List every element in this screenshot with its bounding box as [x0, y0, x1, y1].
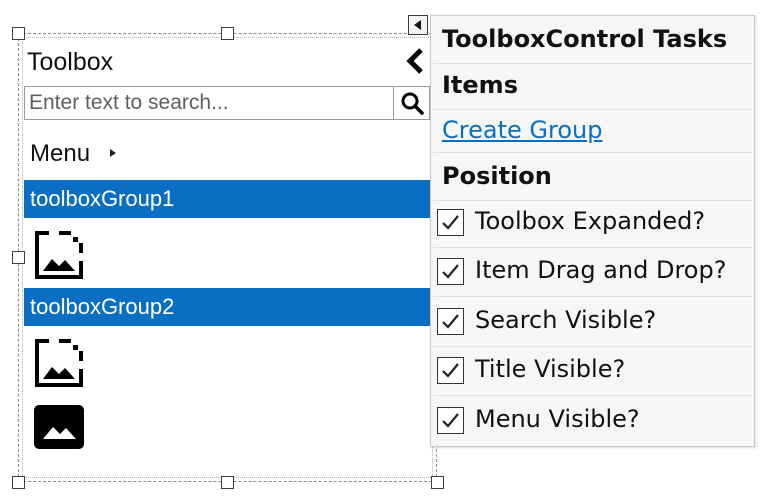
smart-tag-button[interactable]	[408, 15, 428, 35]
checkmark-icon	[442, 413, 459, 428]
option-label: Toolbox Expanded?	[475, 207, 706, 235]
items-section-header: Items	[442, 71, 518, 99]
toolbox-item[interactable]	[33, 337, 85, 389]
option-checkbox[interactable]	[437, 258, 464, 285]
image-filled-icon	[34, 405, 84, 449]
resize-handle-top-left[interactable]	[12, 27, 25, 40]
toolbox-group-header-1[interactable]: toolboxGroup1	[24, 180, 430, 218]
search-icon	[401, 92, 424, 115]
caret-right-icon	[110, 149, 116, 157]
divider	[433, 247, 752, 248]
tasks-panel: ToolboxControl Tasks Items Create Group …	[430, 15, 755, 447]
search-box	[24, 86, 430, 120]
checkmark-icon	[442, 363, 459, 378]
checkmark-icon	[442, 215, 459, 230]
divider	[433, 152, 752, 153]
divider	[433, 63, 752, 64]
toolbox-item[interactable]	[33, 229, 85, 281]
create-group-link[interactable]: Create Group	[442, 116, 602, 144]
option-row[interactable]: Title Visible?	[435, 351, 750, 391]
toolbox-item[interactable]	[33, 402, 85, 454]
collapse-toolbox-button[interactable]	[403, 46, 429, 76]
divider	[433, 395, 752, 396]
option-label: Search Visible?	[475, 306, 657, 334]
resize-handle-bottom-right[interactable]	[431, 476, 444, 489]
toolbox-title: Toolbox	[27, 48, 114, 76]
resize-handle-middle-left[interactable]	[12, 251, 25, 264]
option-row[interactable]: Search Visible?	[435, 302, 750, 342]
option-checkbox[interactable]	[437, 209, 464, 236]
option-checkbox[interactable]	[437, 407, 464, 434]
resize-handle-top-center[interactable]	[221, 27, 234, 40]
menu-button[interactable]: Menu	[30, 140, 90, 168]
chevron-left-icon	[406, 48, 423, 74]
search-button[interactable]	[393, 87, 429, 119]
divider	[433, 109, 752, 110]
checkmark-icon	[442, 314, 459, 329]
option-label: Menu Visible?	[475, 405, 640, 433]
divider	[433, 296, 752, 297]
search-input[interactable]	[25, 87, 393, 119]
tasks-panel-title: ToolboxControl Tasks	[442, 25, 728, 53]
image-placeholder-icon	[35, 231, 83, 279]
option-row[interactable]: Menu Visible?	[435, 401, 750, 441]
divider	[433, 346, 752, 347]
option-checkbox[interactable]	[437, 357, 464, 384]
option-checkbox[interactable]	[437, 308, 464, 335]
divider	[433, 200, 752, 201]
option-label: Item Drag and Drop?	[475, 256, 727, 284]
toolbox-group-header-2[interactable]: toolboxGroup2	[24, 288, 430, 326]
resize-handle-bottom-center[interactable]	[221, 476, 234, 489]
option-label: Title Visible?	[475, 355, 626, 383]
option-row[interactable]: Toolbox Expanded?	[435, 203, 750, 243]
triangle-left-icon	[414, 20, 421, 30]
checkmark-icon	[442, 264, 459, 279]
option-row[interactable]: Item Drag and Drop?	[435, 252, 750, 292]
image-placeholder-icon	[35, 339, 83, 387]
position-section-header: Position	[442, 162, 552, 190]
resize-handle-bottom-left[interactable]	[12, 476, 25, 489]
